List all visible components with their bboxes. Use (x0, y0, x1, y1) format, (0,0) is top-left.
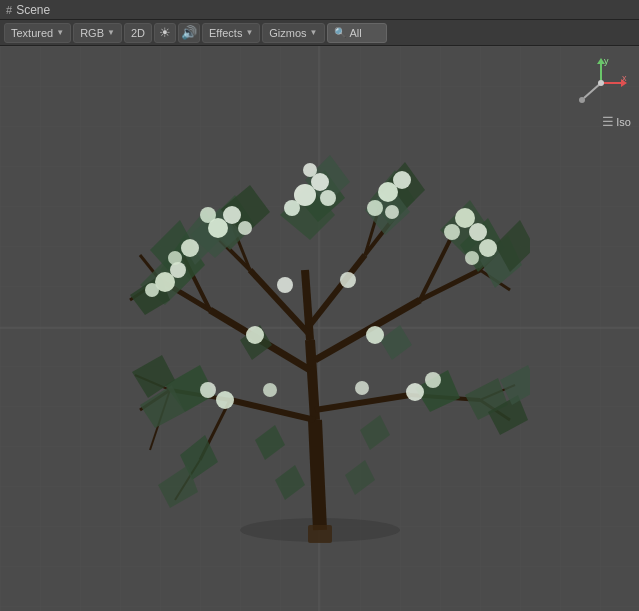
svg-point-80 (320, 190, 336, 206)
svg-point-90 (465, 251, 479, 265)
viewport[interactable]: y x ☰ Iso (0, 46, 639, 611)
svg-point-70 (145, 283, 159, 297)
svg-point-75 (200, 207, 216, 223)
iso-text: Iso (616, 116, 631, 128)
svg-point-72 (168, 251, 182, 265)
svg-point-85 (385, 205, 399, 219)
lines-icon: ☰ (602, 114, 614, 129)
svg-point-109 (598, 80, 604, 86)
iso-label: ☰ Iso (602, 114, 631, 129)
svg-line-28 (315, 395, 410, 410)
svg-point-97 (277, 277, 293, 293)
search-icon: 🔍 (334, 27, 346, 38)
shading-dropdown-arrow: ▼ (56, 28, 64, 37)
light-toggle-button[interactable]: ☀ (154, 23, 176, 43)
gizmos-label: Gizmos (269, 27, 306, 39)
effects-dropdown-arrow: ▼ (245, 28, 253, 37)
svg-point-91 (216, 391, 234, 409)
svg-marker-66 (275, 465, 305, 500)
gizmos-button[interactable]: Gizmos ▼ (262, 23, 324, 43)
svg-point-96 (425, 372, 441, 388)
svg-marker-63 (360, 415, 390, 450)
svg-point-89 (479, 239, 497, 257)
svg-point-88 (444, 224, 460, 240)
svg-point-74 (223, 206, 241, 224)
svg-point-94 (366, 326, 384, 344)
svg-point-108 (579, 97, 585, 103)
svg-point-92 (200, 382, 216, 398)
svg-point-87 (469, 223, 487, 241)
draw-mode-button[interactable]: 2D (124, 23, 152, 43)
svg-point-93 (246, 326, 264, 344)
color-dropdown-arrow: ▼ (107, 28, 115, 37)
svg-text:y: y (604, 56, 609, 66)
search-prefix: All (350, 27, 362, 39)
svg-line-21 (310, 255, 365, 325)
svg-point-95 (406, 383, 424, 401)
draw-mode-label: 2D (131, 27, 145, 39)
tree-viewport-object (110, 140, 530, 560)
window-title: Scene (16, 3, 50, 17)
shading-mode-button[interactable]: Textured ▼ (4, 23, 71, 43)
svg-line-13 (315, 300, 420, 360)
svg-point-81 (303, 163, 317, 177)
svg-point-76 (238, 221, 252, 235)
svg-point-99 (263, 383, 277, 397)
orientation-gizmo[interactable]: y x (574, 56, 629, 111)
svg-text:x: x (622, 73, 627, 83)
svg-point-71 (181, 239, 199, 257)
color-mode-button[interactable]: RGB ▼ (73, 23, 122, 43)
audio-icon: 🔊 (181, 25, 197, 40)
svg-line-5 (315, 420, 320, 530)
search-box[interactable]: 🔍 All (327, 23, 387, 43)
svg-line-6 (310, 340, 315, 420)
audio-toggle-button[interactable]: 🔊 (178, 23, 200, 43)
svg-point-83 (393, 171, 411, 189)
svg-marker-67 (345, 460, 375, 495)
scene-hash-icon: # (6, 4, 12, 16)
light-icon: ☀ (159, 25, 171, 40)
svg-point-86 (455, 208, 475, 228)
svg-rect-101 (308, 525, 332, 543)
toolbar: Textured ▼ RGB ▼ 2D ☀ 🔊 Effects ▼ Gizmos… (0, 20, 639, 46)
title-bar: # Scene (0, 0, 639, 20)
effects-label: Effects (209, 27, 242, 39)
effects-button[interactable]: Effects ▼ (202, 23, 260, 43)
color-mode-label: RGB (80, 27, 104, 39)
shading-mode-label: Textured (11, 27, 53, 39)
svg-marker-62 (255, 425, 285, 460)
svg-point-98 (340, 272, 356, 288)
svg-point-100 (355, 381, 369, 395)
svg-line-107 (584, 83, 601, 98)
svg-point-79 (284, 200, 300, 216)
svg-point-84 (367, 200, 383, 216)
svg-marker-65 (380, 325, 412, 360)
svg-line-24 (230, 400, 315, 420)
gizmos-dropdown-arrow: ▼ (310, 28, 318, 37)
